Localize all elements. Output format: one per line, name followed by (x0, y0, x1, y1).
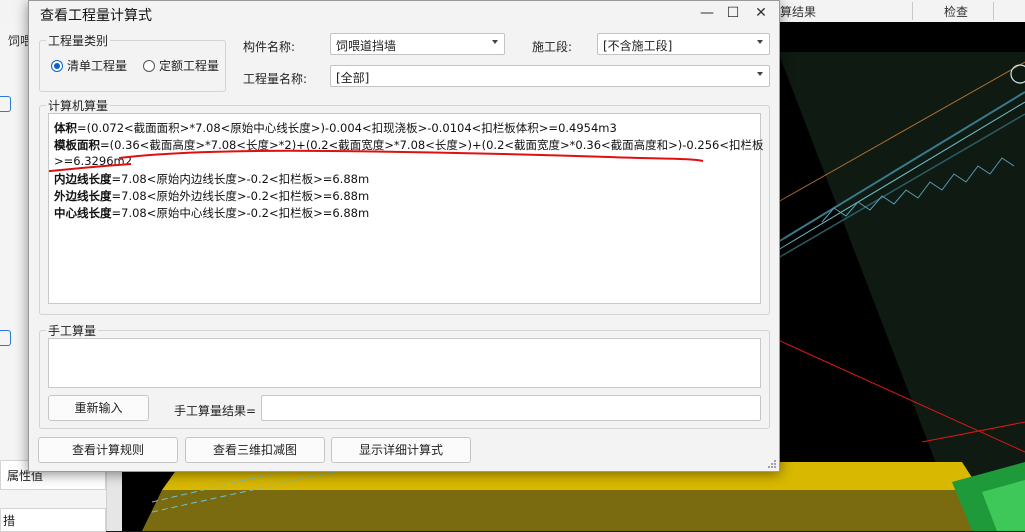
show-detail-formula-button[interactable]: 显示详细计算式 (331, 437, 471, 463)
view-calc-rules-button[interactable]: 查看计算规则 (38, 437, 178, 463)
dialog-titlebar[interactable]: 查看工程量计算式 — ☐ ✕ (29, 1, 779, 27)
calc-formula-dialog[interactable]: 查看工程量计算式 — ☐ ✕ 工程量类别 清单工程量 定额工程量 构件名称: 饲… (28, 0, 780, 472)
radio-unselected-icon[interactable] (143, 59, 155, 72)
dialog-title: 查看工程量计算式 (40, 8, 152, 24)
view-3d-deduction-button[interactable]: 查看三维扣减图 (185, 437, 325, 463)
quantity-name-label: 工程量名称: (243, 72, 308, 86)
radio-selected-icon[interactable] (51, 59, 63, 72)
manual-result-label: 手工算量结果= (174, 404, 257, 418)
close-icon[interactable]: ✕ (749, 4, 773, 22)
chevron-down-icon (492, 40, 498, 44)
panel-icon[interactable] (0, 330, 11, 346)
menu-calc-result[interactable]: 算结果 (780, 3, 816, 20)
radio-bill-quantity[interactable]: 清单工程量 (51, 57, 127, 74)
quantity-name-value: [全部] (336, 71, 370, 85)
minimize-icon[interactable]: — (695, 4, 719, 22)
yellow-beam-side (142, 490, 992, 531)
component-name-value: 饲喂道挡墙 (336, 39, 397, 53)
computer-calc-textarea[interactable]: 体积=(0.072<截面面积>*7.08<原始中心线长度>)-0.004<扣现浇… (48, 113, 763, 304)
menu-separator (993, 2, 994, 20)
red-underline-stroke (49, 163, 132, 173)
chevron-down-icon (757, 40, 763, 44)
reinput-button[interactable]: 重新输入 (48, 395, 149, 421)
menu-separator (912, 2, 913, 20)
panel-scroll-lane[interactable] (106, 462, 123, 531)
computer-calc-legend: 计算机算量 (48, 99, 109, 113)
quantity-name-select[interactable]: [全部] (330, 65, 770, 87)
chevron-down-icon (757, 72, 763, 76)
property-row-label: 措 (3, 514, 16, 528)
maximize-icon[interactable]: ☐ (721, 4, 745, 22)
radio-quota-quantity[interactable]: 定额工程量 (143, 57, 219, 74)
red-underline-annotation (49, 149, 704, 173)
menu-check[interactable]: 检查 (944, 3, 968, 20)
red-underline-stroke (118, 149, 704, 162)
construction-section-select[interactable]: [不含施工段] (597, 33, 770, 55)
manual-calc-textarea[interactable] (48, 338, 761, 388)
component-name-select[interactable]: 饲喂道挡墙 (330, 33, 505, 55)
component-name-label: 构件名称: (243, 40, 296, 54)
radio-quota-quantity-label: 定额工程量 (159, 59, 220, 73)
construction-section-value: [不含施工段] (603, 39, 673, 53)
manual-calc-legend: 手工算量 (48, 324, 97, 338)
manual-result-input[interactable] (261, 395, 761, 421)
panel-icon[interactable] (0, 96, 11, 112)
radio-bill-quantity-label: 清单工程量 (67, 59, 128, 73)
resize-grip-icon[interactable] (767, 459, 777, 469)
construction-section-label: 施工段: (532, 40, 573, 54)
quantity-type-legend: 工程量类别 (48, 34, 109, 48)
property-row: 措 (0, 508, 106, 532)
